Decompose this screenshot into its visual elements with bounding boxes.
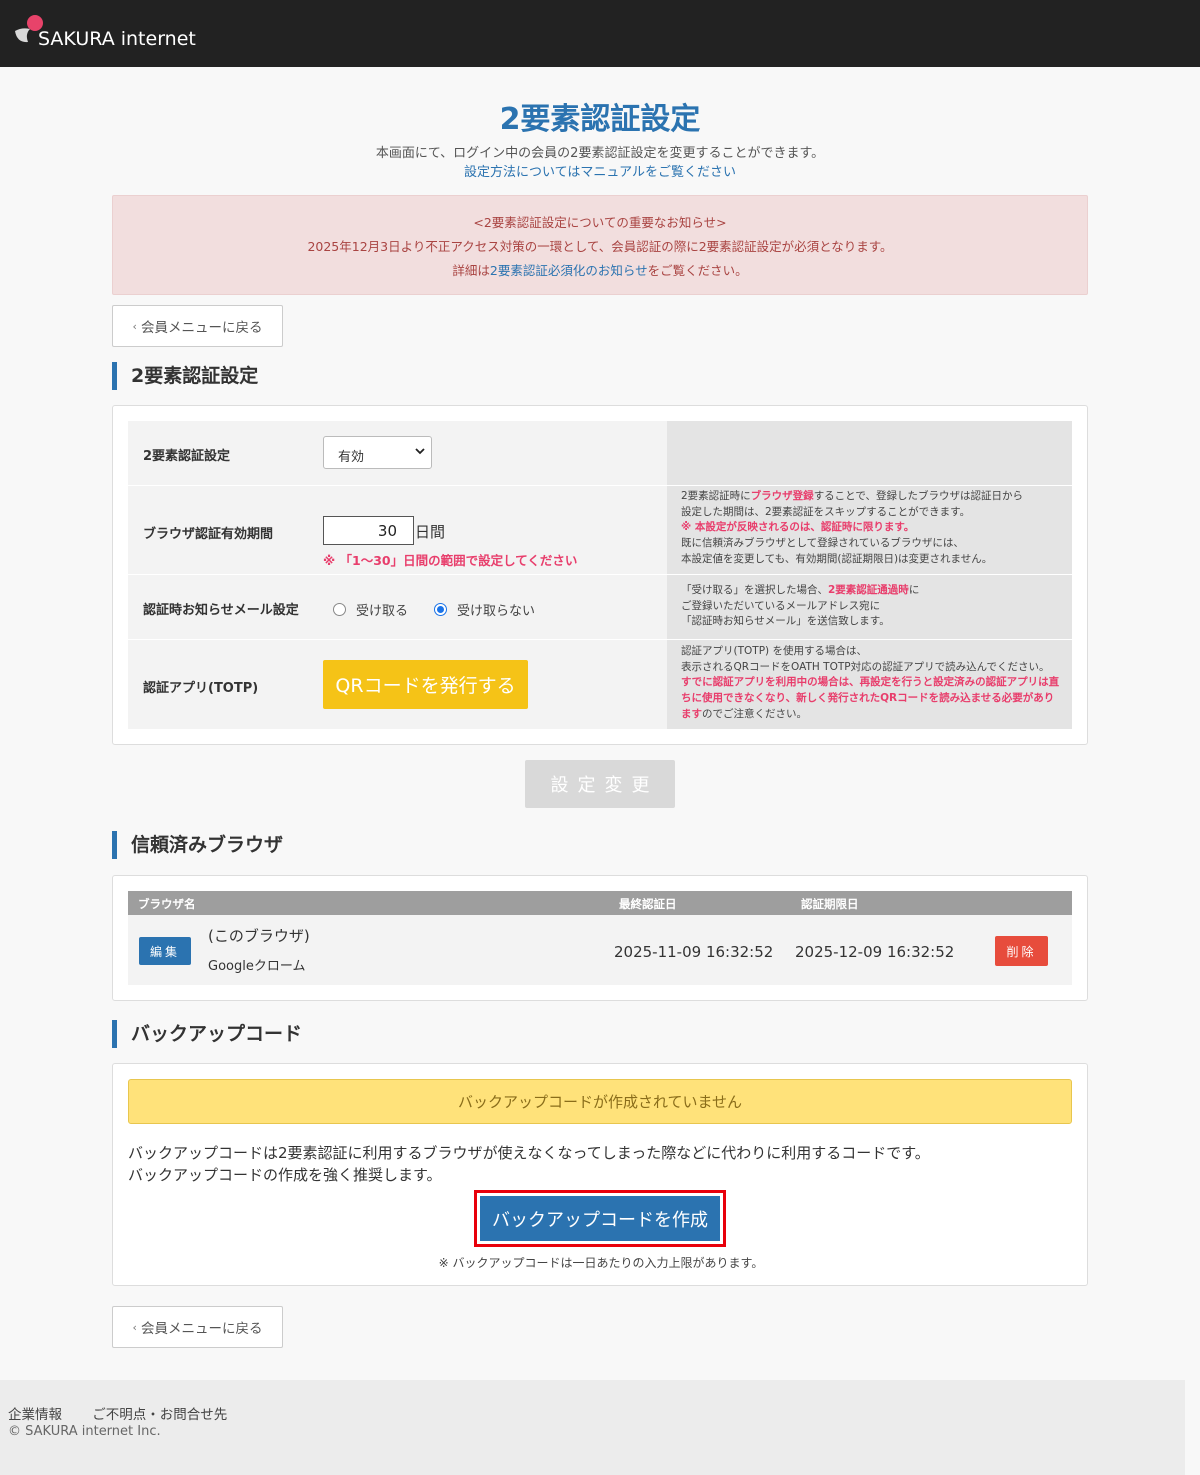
expiry-date: 2025-12-09 16:32:52: [795, 943, 955, 961]
radio-label: 受け取る: [356, 604, 409, 619]
help-line: ますのでご注意ください。: [681, 707, 1066, 723]
section-title-trusted-browsers: 信頼済みブラウザ: [112, 831, 283, 859]
help-text: することで、登録したブラウザは認証日から: [813, 490, 1023, 502]
help-line: 本設定値を変更しても、有効期間(認証期限日)は変更されません。: [681, 552, 993, 565]
create-backup-highlight: バックアップコードを作成: [474, 1190, 726, 1247]
mail-radio-not-receive[interactable]: 受け取らない: [434, 600, 535, 619]
section-title-backup-codes: バックアップコード: [112, 1020, 302, 1048]
browser-kind: Googleクローム: [208, 959, 306, 974]
section-title-2fa: 2要素認証設定: [112, 362, 258, 390]
setting-row-mail: 認証時お知らせメール設定 受け取る 受け取らない 「受け取る」を選択した場合、2…: [128, 575, 1072, 639]
column-header-browser-name: ブラウザ名: [138, 897, 196, 911]
2fa-select[interactable]: 有効: [323, 436, 432, 469]
site-footer: 企業情報 ご不明点・お問合せ先 © SAKURA internet Inc.: [0, 1380, 1185, 1475]
setting-help-mail: 「受け取る」を選択した場合、2要素認証通過時に ご登録いただいているメールアドレ…: [667, 575, 1072, 639]
delete-browser-button[interactable]: 削除: [995, 936, 1048, 966]
radio-circle: [333, 603, 346, 616]
setting-label-mail: 認証時お知らせメール設定: [143, 603, 299, 618]
help-text: のでご注意ください。: [702, 707, 807, 720]
help-text: に: [908, 584, 920, 596]
help-line: 2要素認証時にブラウザ登録することで、登録したブラウザは認証日から: [681, 489, 1066, 505]
trusted-browsers-panel: ブラウザ名 最終認証日 認証期限日 編集 (このブラウザ) Googleクローム…: [112, 875, 1088, 1001]
manual-link[interactable]: 設定方法についてはマニュアルをご覧ください: [0, 161, 1200, 180]
help-highlight: ブラウザ登録: [750, 490, 814, 502]
help-line: 「認証時お知らせメール」を送信致します。: [681, 615, 890, 628]
help-line: 設定した期間は、2要素認証をスキップすることができます。: [681, 505, 971, 518]
notice-body: 2025年12月3日より不正アクセス対策の一環として、会員認証の際に2要素認証設…: [307, 239, 893, 254]
chevron-down-icon: [415, 448, 425, 455]
settings-panel: 2要素認証設定 有効 ブラウザ認証有効期間 30 日間 ※ 「1～30」日間の範…: [112, 405, 1088, 745]
column-header-last-auth: 最終認証日: [619, 897, 677, 911]
browser-period-note: ※ 「1～30」日間の範囲で設定してください: [323, 553, 578, 568]
setting-row-totp: 認証アプリ(TOTP) QRコードを発行する 認証アプリ(TOTP) を使用する…: [128, 640, 1072, 729]
backup-description-1: バックアップコードは2要素認証に利用するブラウザが使えなくなってしまった際などに…: [128, 1144, 930, 1162]
setting-label-totp: 認証アプリ(TOTP): [143, 681, 259, 696]
notice-heading: <2要素認証設定についての重要なお知らせ>: [473, 215, 727, 230]
help-line: 認証アプリ(TOTP) を使用する場合は、: [681, 645, 867, 657]
backup-codes-panel: バックアップコードが作成されていません バックアップコードは2要素認証に利用する…: [112, 1063, 1088, 1286]
help-line-highlight: すでに認証アプリを利用中の場合は、再設定を行うと設定済みの認証アプリは直: [681, 676, 1060, 689]
submit-settings-button[interactable]: 設定変更: [525, 760, 675, 808]
page-title: 2要素認証設定: [499, 102, 701, 137]
setting-help-totp: 認証アプリ(TOTP) を使用する場合は、 表示されるQRコードをOATH TO…: [667, 640, 1072, 729]
create-backup-code-button[interactable]: バックアップコードを作成: [480, 1196, 720, 1241]
trusted-browsers-table-header: ブラウザ名 最終認証日 認証期限日: [128, 891, 1072, 915]
notice-detail: 詳細は2要素認証必須化のお知らせをご覧ください。: [113, 260, 1087, 279]
setting-help-browser-period: 2要素認証時にブラウザ登録することで、登録したブラウザは認証日から 設定した期間…: [667, 486, 1072, 574]
footer-links: 企業情報 ご不明点・お問合せ先: [8, 1403, 253, 1423]
browser-period-input[interactable]: 30: [323, 516, 414, 545]
back-to-member-menu-button-bottom[interactable]: ‹ 会員メニューに戻る: [112, 1306, 283, 1348]
help-line-highlight: ちに使用できなくなり、新しく発行されたQRコードを読み込ませる必要があり: [681, 692, 1055, 705]
column-header-expires: 認証期限日: [801, 897, 859, 911]
footer-link-contact[interactable]: ご不明点・お問合せ先: [92, 1407, 227, 1423]
help-text: 「受け取る」を選択した場合、: [681, 584, 828, 596]
chevron-left-icon: ‹: [132, 1320, 137, 1334]
last-auth-date: 2025-11-09 16:32:52: [614, 943, 774, 961]
radio-circle-selected: [434, 603, 447, 616]
site-header: SAKURA internet: [0, 0, 1200, 67]
help-line: ご登録いただいているメールアドレス宛に: [681, 599, 881, 612]
page-description: 本画面にて、ログイン中の会員の2要素認証設定を変更することができます。: [375, 146, 825, 161]
help-line: 表示されるQRコードをOATH TOTP対応の認証アプリで読み込んでください。: [681, 660, 1050, 673]
notice-detail-prefix: 詳細は: [452, 263, 490, 278]
notice-detail-suffix: をご覧ください。: [647, 263, 748, 278]
setting-label-2fa: 2要素認証設定: [143, 449, 231, 464]
help-highlight: ます: [681, 707, 702, 720]
help-highlight: 2要素認証通過時: [828, 584, 909, 596]
setting-row-2fa: 2要素認証設定 有効: [128, 421, 1072, 485]
browser-period-unit: 日間: [415, 523, 446, 541]
edit-browser-button[interactable]: 編集: [139, 937, 191, 965]
browser-name: (このブラウザ): [208, 927, 310, 945]
2fa-select-value: 有効: [338, 450, 365, 465]
radio-label: 受け取らない: [457, 604, 536, 619]
issue-qr-code-button[interactable]: QRコードを発行する: [323, 660, 528, 709]
setting-label-browser-period: ブラウザ認証有効期間: [143, 527, 274, 542]
notice-detail-link[interactable]: 2要素認証必須化のお知らせ: [490, 263, 648, 278]
footer-link-company[interactable]: 企業情報: [8, 1407, 62, 1423]
help-line: 「受け取る」を選択した場合、2要素認証通過時に: [681, 583, 1066, 599]
important-notice: <2要素認証設定についての重要なお知らせ> 2025年12月3日より不正アクセス…: [112, 195, 1088, 295]
mail-radio-receive[interactable]: 受け取る: [333, 600, 408, 619]
back-to-member-menu-button[interactable]: ‹ 会員メニューに戻る: [112, 305, 283, 347]
back-button-label: 会員メニューに戻る: [140, 320, 263, 336]
backup-warning-alert: バックアップコードが作成されていません: [128, 1079, 1072, 1124]
help-line: 既に信頼済みブラウザとして登録されているブラウザには、: [681, 537, 964, 550]
help-line-highlight: ※ 本設定が反映されるのは、認証時に限ります。: [681, 521, 915, 534]
help-text: 2要素認証時に: [681, 490, 751, 502]
table-row: 編集 (このブラウザ) Googleクローム 2025-11-09 16:32:…: [128, 915, 1072, 985]
copyright: © SAKURA internet Inc.: [8, 1424, 161, 1439]
setting-row-browser-period: ブラウザ認証有効期間 30 日間 ※ 「1～30」日間の範囲で設定してください …: [128, 486, 1072, 574]
back-button-label: 会員メニューに戻る: [140, 1321, 263, 1337]
setting-help-2fa: [667, 421, 1072, 485]
backup-note: ※ バックアップコードは一日あたりの入力上限があります。: [438, 1256, 764, 1270]
logo-text: SAKURA internet: [38, 28, 196, 50]
backup-description-2: バックアップコードの作成を強く推奨します。: [128, 1166, 442, 1184]
chevron-left-icon: ‹: [132, 319, 137, 333]
